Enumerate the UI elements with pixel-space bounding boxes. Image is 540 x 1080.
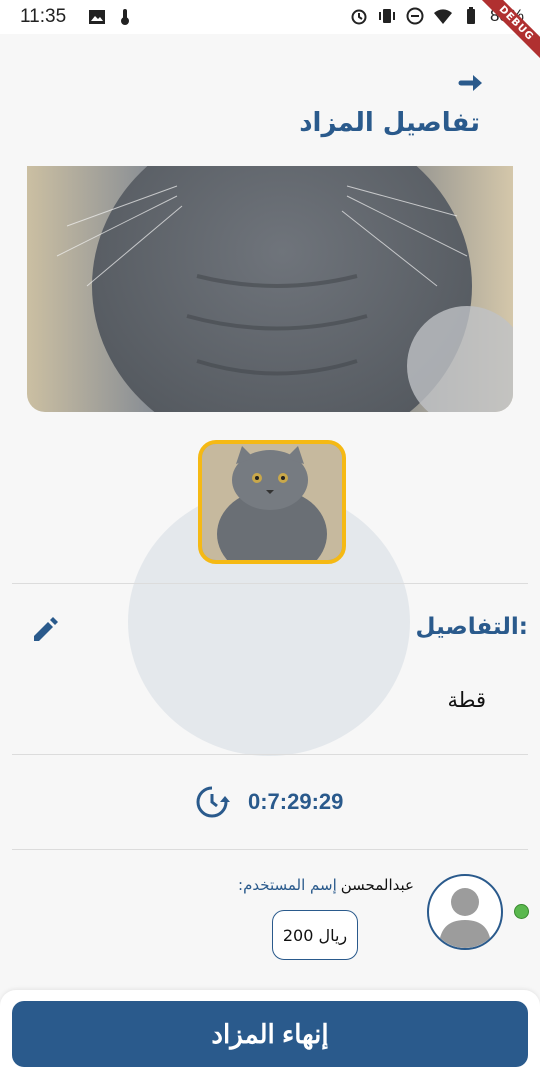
divider: [12, 849, 528, 850]
dnd-icon: [406, 7, 424, 25]
arrow-right-icon[interactable]: [458, 72, 486, 94]
image-thumbnail[interactable]: [198, 440, 346, 564]
details-value: قطة: [447, 688, 486, 712]
username-value: عبدالمحسن: [340, 876, 414, 894]
divider: [12, 583, 528, 584]
details-label: التفاصيل:: [415, 614, 528, 640]
status-left-icons: [88, 8, 134, 26]
thermometer-icon: [121, 9, 129, 25]
image-icon: [89, 10, 105, 24]
status-time: 11:35: [20, 6, 67, 27]
battery-icon: [466, 7, 475, 24]
page-title: تفاصيل المزاد: [299, 108, 480, 138]
status-bar: 11:35 83% DEBUG: [0, 0, 540, 70]
bidder-username-line: إسم المستخدم: عبدالمحسن: [238, 876, 414, 894]
end-auction-button[interactable]: إنهاء المزاد: [12, 1001, 528, 1067]
wifi-icon: [433, 9, 452, 24]
alarm-icon: [351, 9, 367, 25]
online-status-dot: [514, 904, 529, 919]
username-key: إسم المستخدم:: [238, 876, 337, 894]
auction-main-image: [27, 166, 513, 412]
bid-amount: 200 ريال: [272, 910, 358, 960]
timer-icon: [196, 786, 230, 818]
timer-text: 0:7:29:29: [248, 789, 344, 814]
divider: [12, 754, 528, 755]
vibrate-icon: [378, 9, 395, 23]
avatar: [427, 874, 503, 950]
pencil-icon[interactable]: [30, 614, 60, 644]
auction-timer: 0:7:29:29: [192, 782, 343, 822]
